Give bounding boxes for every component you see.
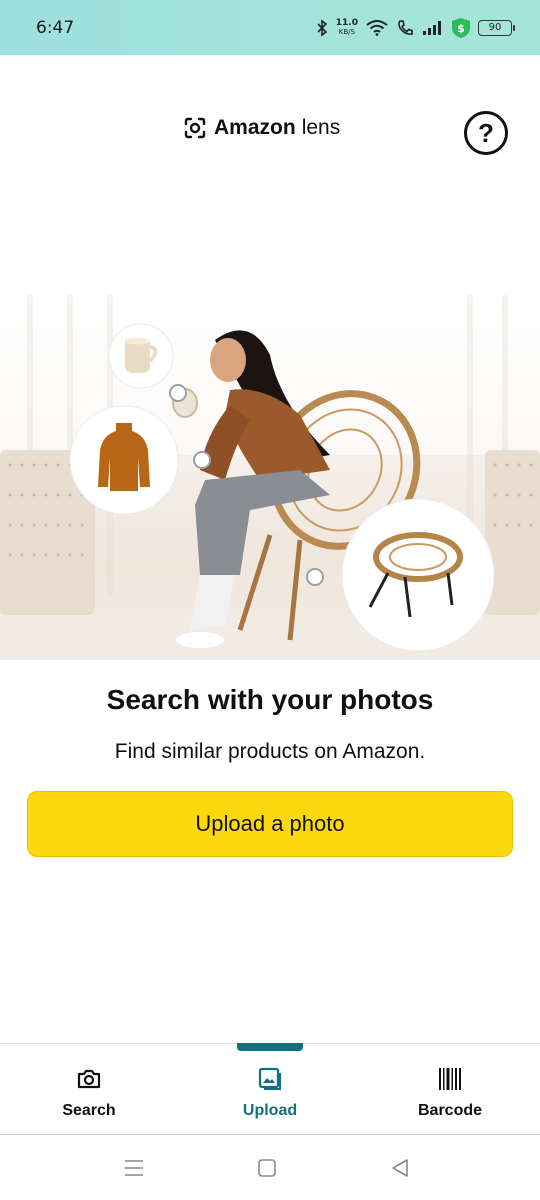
system-nav-bar: [0, 1136, 540, 1200]
app-title: Amazon lens: [184, 116, 340, 140]
status-icons: 11.0 KB/S $ 90: [316, 17, 515, 38]
network-speed-value: 11.0: [335, 17, 358, 28]
network-speed-unit: KB/S: [338, 27, 355, 36]
status-bar: 6:47 11.0 KB/S $ 90: [0, 0, 540, 55]
hero-scene: [0, 295, 540, 660]
status-time: 6:47: [36, 17, 75, 38]
tab-barcode[interactable]: Barcode: [390, 1066, 510, 1120]
home-icon[interactable]: [255, 1156, 279, 1180]
barcode-icon: [439, 1068, 461, 1090]
bottom-tab-bar: Search Upload Barcode: [0, 1043, 540, 1135]
security-shield-icon: $: [452, 17, 470, 38]
back-icon[interactable]: [388, 1156, 412, 1180]
app-title-brand: Amazon: [214, 116, 296, 139]
signal-icon: [423, 20, 441, 35]
tab-search-label: Search: [62, 1102, 116, 1119]
call-icon: [398, 19, 413, 35]
header: Amazon lens ?: [0, 100, 540, 160]
camera-icon: [77, 1069, 101, 1089]
tab-upload[interactable]: Upload: [210, 1066, 330, 1120]
lens-icon: [184, 117, 206, 139]
wifi-icon: [366, 19, 388, 36]
image-icon: [258, 1067, 281, 1090]
bluetooth-icon: [317, 18, 327, 37]
hero-illustration: [0, 295, 540, 660]
headline: Search with your photos: [106, 684, 434, 715]
menu-icon[interactable]: [122, 1156, 146, 1180]
subheadline: Find similar products on Amazon.: [114, 740, 426, 763]
active-tab-indicator: [237, 1043, 303, 1051]
network-speed: 11.0 KB/S: [335, 17, 358, 37]
help-button[interactable]: ?: [464, 111, 508, 155]
tab-upload-label: Upload: [242, 1102, 298, 1119]
svg-text:$: $: [457, 22, 465, 35]
upload-photo-button[interactable]: Upload a photo: [27, 791, 513, 857]
app-title-product: lens: [301, 116, 341, 139]
battery-indicator: 90: [478, 19, 515, 36]
tab-search[interactable]: Search: [29, 1066, 149, 1120]
tab-barcode-label: Barcode: [417, 1102, 483, 1119]
